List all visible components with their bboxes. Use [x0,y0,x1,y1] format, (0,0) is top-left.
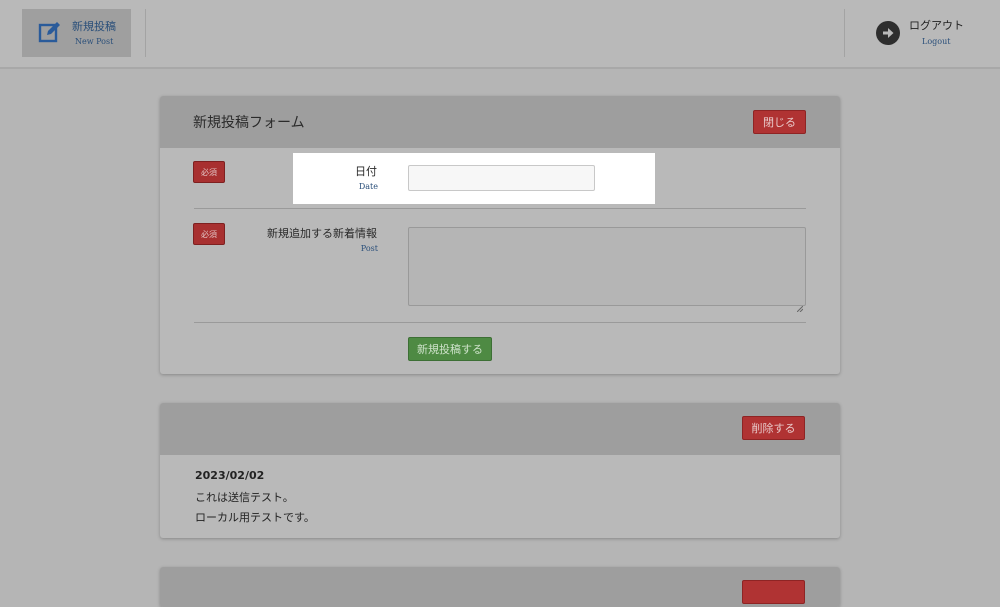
top-navigation-bar: 新規投稿 New Post ログアウト Logout [0,0,1000,69]
post-body-line: これは送信テスト。 [195,491,294,504]
post-date: 2023/02/02 [195,469,265,482]
date-sublabel: Date [358,182,378,191]
post-body-line: ローカル用テストです。 [195,511,315,524]
date-input[interactable] [408,165,595,191]
header-divider [145,9,146,57]
post-label: 新規追加する新着情報 [267,227,377,240]
logout-sublabel: Logout [922,37,951,46]
divider [194,322,806,323]
new-post-nav-button[interactable]: 新規投稿 New Post [22,9,131,57]
divider [194,208,806,209]
form-title: 新規投稿フォーム [193,115,305,131]
post-card: 削除する 2023/02/02 これは送信テスト。 ローカル用テストです。 [160,403,840,538]
new-post-label: 新規投稿 [72,20,116,33]
delete-button[interactable] [742,580,805,604]
new-post-form-card: 新規投稿フォーム 閉じる 必須 日付 Date 必須 新規追加する新着情報 Po… [160,96,840,374]
post-sublabel: Post [360,244,378,253]
required-badge: 必須 [193,161,225,183]
post-card-header: 削除する [160,403,840,455]
logout-label: ログアウト [909,19,964,32]
edit-icon [38,20,62,44]
delete-button[interactable]: 削除する [742,416,805,440]
post-card-header [160,567,840,607]
new-post-sublabel: New Post [75,37,114,46]
required-badge: 必須 [193,223,225,245]
post-card [160,567,840,607]
form-card-header: 新規投稿フォーム 閉じる [160,96,840,148]
header-divider [844,9,845,57]
submit-post-button[interactable]: 新規投稿する [408,337,492,361]
close-button[interactable]: 閉じる [753,110,806,134]
date-label: 日付 [355,165,377,178]
arrow-right-circle-icon [876,21,900,45]
resize-handle-icon[interactable] [796,297,804,313]
post-textarea[interactable] [408,227,806,313]
